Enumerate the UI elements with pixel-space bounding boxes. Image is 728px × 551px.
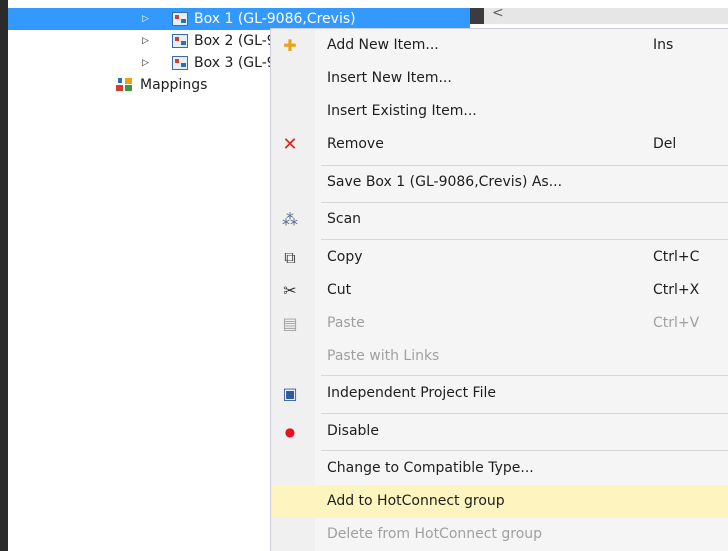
menu-item-insert-new-item[interactable]: Insert New Item... — [271, 62, 728, 95]
paste-icon: ▤ — [282, 314, 298, 333]
menu-item-scan[interactable]: ⁂ Scan — [271, 203, 728, 236]
menu-item-label: Copy — [327, 249, 363, 265]
save-disk-icon: ▣ — [282, 384, 298, 403]
menu-separator — [321, 375, 728, 376]
menu-item-insert-existing-item[interactable]: Insert Existing Item... — [271, 95, 728, 128]
menu-item-shortcut: Ctrl+X — [653, 282, 700, 298]
menu-item-cut[interactable]: ✂ Cut Ctrl+X — [271, 274, 728, 307]
menu-separator — [321, 450, 728, 451]
context-menu: ✚ Add New Item... Ins Insert New Item...… — [270, 28, 728, 551]
menu-item-paste-with-links[interactable]: Paste with Links — [271, 340, 728, 373]
menu-item-label: Cut — [327, 282, 352, 298]
menu-item-label: Disable — [327, 423, 379, 439]
menu-item-shortcut: Del — [653, 136, 677, 152]
menu-item-save-as[interactable]: Save Box 1 (GL-9086,Crevis) As... — [271, 166, 728, 199]
tree-item-label: Box 3 (GL-9086,Crevis) — [194, 55, 270, 71]
menu-item-label: Scan — [327, 211, 362, 227]
menu-item-label: Add to HotConnect group — [327, 493, 505, 509]
scroll-left-icon[interactable]: < — [492, 5, 504, 21]
menu-item-remove[interactable]: ✕ Remove Del — [271, 128, 728, 161]
expand-arrow-icon[interactable]: ▷ — [142, 52, 152, 74]
remove-icon: ✕ — [282, 134, 298, 155]
menu-item-shortcut: Ctrl+V — [653, 315, 700, 331]
menu-item-label: Paste — [327, 315, 365, 331]
menu-separator — [321, 239, 728, 240]
mappings-icon — [116, 78, 134, 92]
expand-arrow-icon[interactable]: ▷ — [142, 8, 152, 30]
scan-wand-icon: ⁂ — [282, 210, 298, 229]
left-panel-edge — [0, 0, 8, 551]
cut-icon: ✂ — [283, 281, 297, 300]
ethercat-box-icon — [172, 34, 188, 48]
menu-item-add-new-item[interactable]: ✚ Add New Item... Ins — [271, 29, 728, 62]
menu-item-shortcut: Ins — [653, 37, 674, 53]
tree-item-box-1[interactable]: ▷ Box 1 (GL-9086,Crevis) — [8, 8, 470, 30]
menu-item-label: Change to Compatible Type... — [327, 460, 534, 476]
tree-item-box-2[interactable]: ▷ Box 2 (GL-9086,Crevis) — [8, 30, 270, 52]
menu-item-copy[interactable]: ⧉ Copy Ctrl+C — [271, 241, 728, 274]
menu-item-label: Insert Existing Item... — [327, 103, 477, 119]
tree-item-label: Box 2 (GL-9086,Crevis) — [194, 33, 270, 49]
add-item-icon: ✚ — [283, 36, 297, 55]
tree-item-mappings[interactable]: Mappings — [8, 74, 270, 96]
menu-item-shortcut: Ctrl+C — [653, 249, 700, 265]
horizontal-scrollbar[interactable]: < — [484, 5, 728, 24]
menu-item-label: Delete from HotConnect group — [327, 526, 543, 542]
menu-item-label: Remove — [327, 136, 384, 152]
menu-item-label: Paste with Links — [327, 348, 440, 364]
menu-item-delete-from-hotconnect[interactable]: Delete from HotConnect group — [271, 518, 728, 551]
menu-item-add-to-hotconnect[interactable]: Add to HotConnect group — [271, 485, 728, 518]
tree-item-label: Mappings — [140, 77, 208, 93]
pane-splitter[interactable] — [470, 8, 484, 24]
menu-separator — [321, 413, 728, 414]
copy-icon: ⧉ — [284, 248, 296, 267]
menu-item-independent-project-file[interactable]: ▣ Independent Project File — [271, 377, 728, 410]
menu-item-label: Insert New Item... — [327, 70, 452, 86]
ethercat-box-icon — [172, 12, 188, 26]
disable-dot-icon: ● — [284, 425, 296, 439]
expand-arrow-icon[interactable]: ▷ — [142, 30, 152, 52]
menu-item-paste[interactable]: ▤ Paste Ctrl+V — [271, 307, 728, 340]
menu-item-label: Add New Item... — [327, 37, 439, 53]
tree-item-box-3[interactable]: ▷ Box 3 (GL-9086,Crevis) — [8, 52, 270, 74]
menu-item-label: Save Box 1 (GL-9086,Crevis) As... — [327, 174, 563, 190]
menu-item-disable[interactable]: ● Disable — [271, 415, 728, 448]
menu-item-label: Independent Project File — [327, 385, 496, 401]
ethercat-box-icon — [172, 56, 188, 70]
tree-item-label: Box 1 (GL-9086,Crevis) — [194, 11, 356, 27]
menu-item-change-compatible-type[interactable]: Change to Compatible Type... — [271, 452, 728, 485]
